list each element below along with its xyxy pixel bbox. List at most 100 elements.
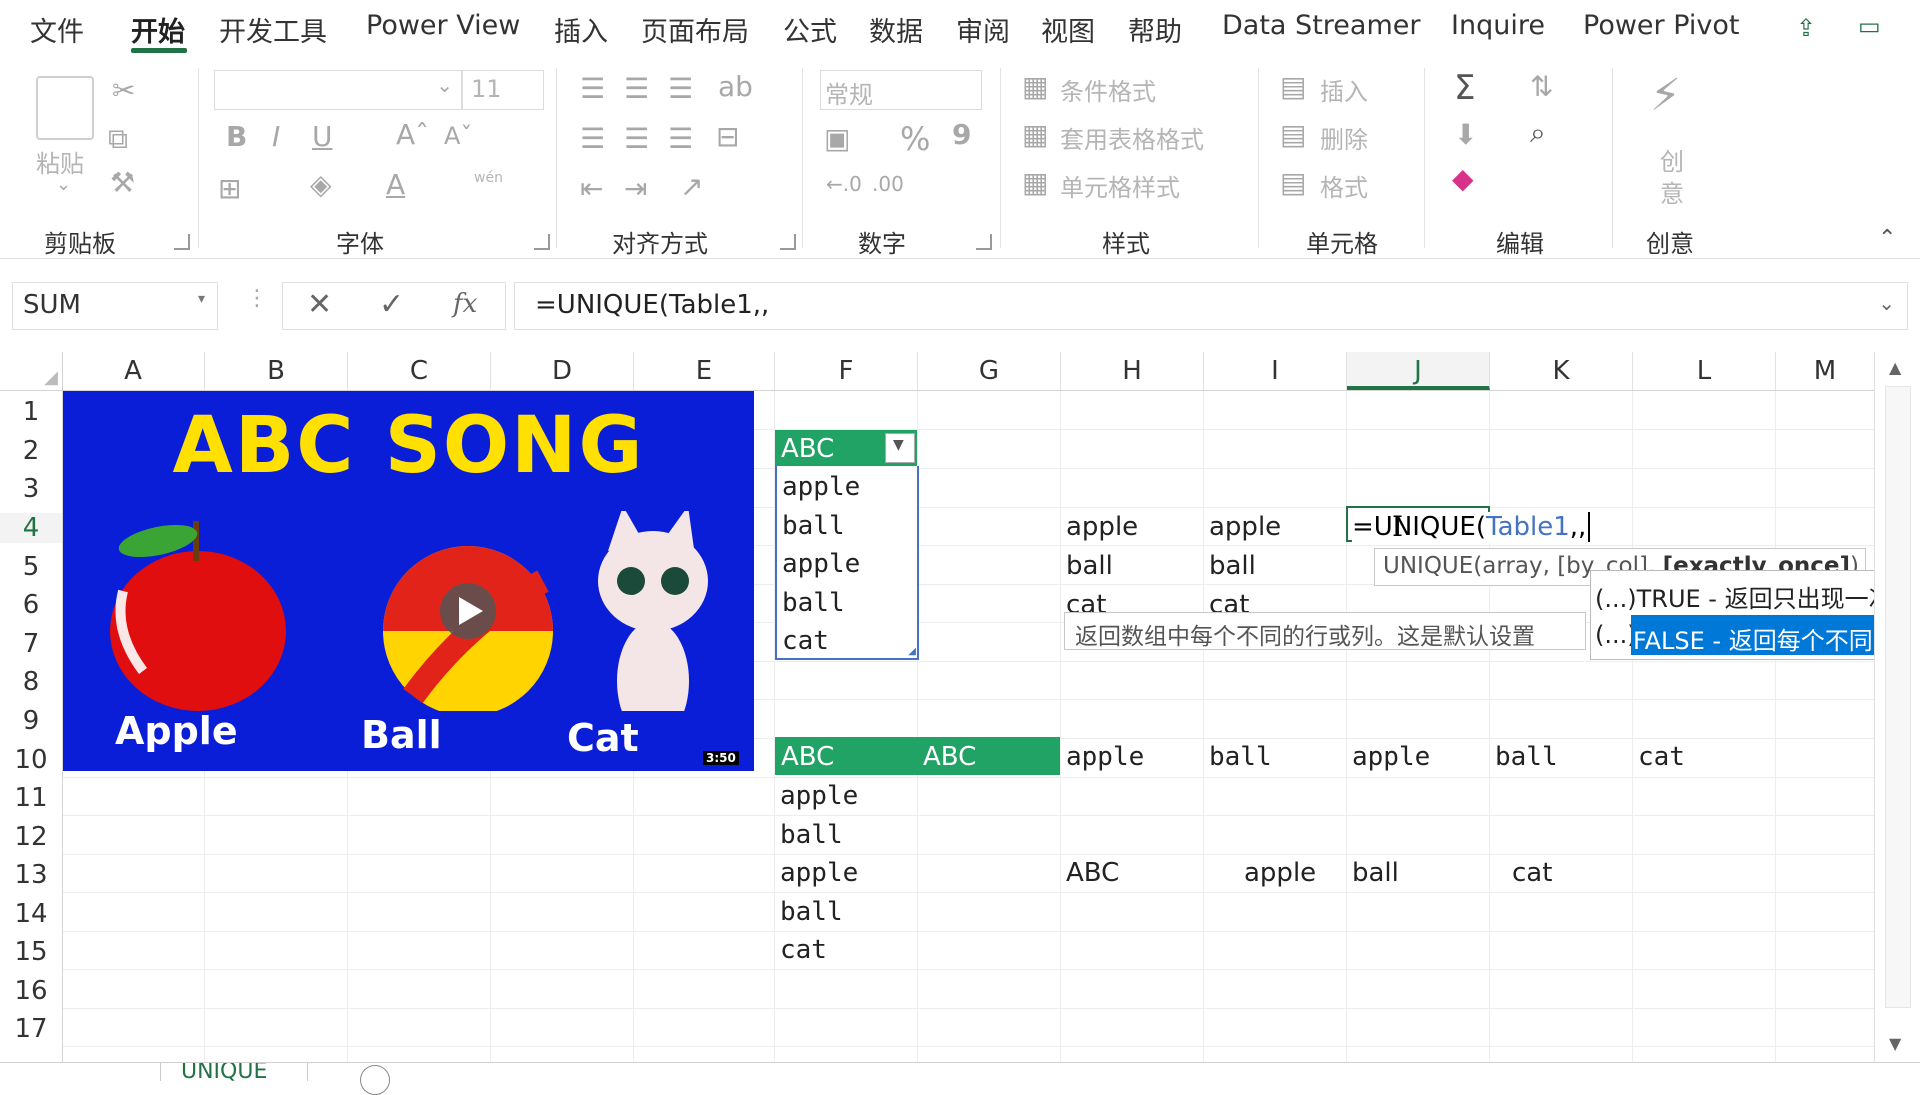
- font-color-icon[interactable]: A: [386, 168, 405, 201]
- format-cells-button[interactable]: 格式: [1320, 168, 1368, 203]
- cell-f11[interactable]: apple: [780, 781, 858, 811]
- autocomplete-option-false[interactable]: (...) FALSE - 返回每个不同的: [1591, 615, 1920, 655]
- align-left-icon[interactable]: ☰: [580, 122, 605, 155]
- font-name-combo[interactable]: ⌄: [214, 70, 462, 110]
- font-launcher-icon[interactable]: [534, 234, 550, 250]
- tab-data[interactable]: 数据: [869, 10, 923, 49]
- find-select-icon[interactable]: ⌕: [1530, 116, 1546, 150]
- cell-f13[interactable]: apple: [780, 858, 858, 888]
- table1-filter-button[interactable]: ▼: [885, 433, 915, 463]
- comma-style-button[interactable]: 9: [952, 118, 971, 151]
- scroll-down-icon[interactable]: ▼: [1889, 1034, 1901, 1053]
- decrease-decimal-icon[interactable]: .00: [872, 172, 904, 196]
- table1-item[interactable]: apple: [782, 472, 860, 502]
- column-header-e[interactable]: E: [634, 352, 775, 390]
- cell-h6[interactable]: cat: [1066, 590, 1106, 612]
- row-header-10[interactable]: 10: [0, 745, 62, 775]
- tab-review[interactable]: 审阅: [956, 10, 1010, 49]
- borders-icon[interactable]: ⊞: [218, 172, 241, 205]
- orientation-icon[interactable]: ↗: [680, 170, 703, 203]
- format-as-table-button[interactable]: 套用表格格式: [1060, 120, 1204, 155]
- accounting-format-icon[interactable]: ▣: [824, 122, 850, 155]
- cell-i6[interactable]: cat: [1209, 590, 1249, 612]
- shrink-font-icon[interactable]: Aˇ: [444, 122, 472, 150]
- share-icon[interactable]: ⇪: [1796, 14, 1816, 42]
- font-size-combo[interactable]: 11: [462, 70, 544, 110]
- number-format-combo[interactable]: 常规: [820, 70, 982, 110]
- format-cells-icon[interactable]: ▤: [1280, 166, 1306, 199]
- row-header-12[interactable]: 12: [0, 822, 62, 852]
- wrap-text-icon[interactable]: ab: [718, 70, 753, 103]
- paste-icon[interactable]: [36, 76, 94, 140]
- sort-filter-icon[interactable]: ⇅: [1530, 70, 1553, 103]
- delete-cells-icon[interactable]: ▤: [1280, 118, 1306, 151]
- conditional-format-button[interactable]: 条件格式: [1060, 72, 1156, 107]
- row-header-1[interactable]: 1: [0, 397, 62, 427]
- paste-dropdown-icon[interactable]: ⌄: [56, 174, 71, 195]
- column-header-m[interactable]: M: [1776, 352, 1874, 390]
- format-painter-icon[interactable]: ⚒: [110, 166, 135, 199]
- column-header-h[interactable]: H: [1061, 352, 1204, 390]
- row-header-11[interactable]: 11: [0, 783, 62, 813]
- cell-k13[interactable]: cat: [1512, 858, 1552, 888]
- clipboard-launcher-icon[interactable]: [174, 234, 190, 250]
- cell-j10[interactable]: apple: [1352, 742, 1430, 772]
- scroll-up-icon[interactable]: ▲: [1889, 358, 1901, 377]
- name-box[interactable]: SUM ▾: [12, 282, 218, 330]
- table-resize-handle[interactable]: ◢: [908, 646, 916, 657]
- cell-k10[interactable]: ball: [1495, 742, 1558, 772]
- increase-decimal-icon[interactable]: ←.0: [826, 172, 862, 196]
- comments-icon[interactable]: ▭: [1858, 12, 1881, 40]
- table1-item[interactable]: cat: [782, 626, 829, 656]
- tab-formulas[interactable]: 公式: [783, 10, 837, 49]
- name-box-dropdown-icon[interactable]: ▾: [198, 291, 205, 307]
- align-bottom-icon[interactable]: ☰: [668, 72, 693, 105]
- cancel-icon[interactable]: ✕: [307, 287, 332, 322]
- column-header-f[interactable]: F: [775, 352, 918, 390]
- cell-h5[interactable]: ball: [1066, 551, 1113, 581]
- row-header-13[interactable]: 13: [0, 860, 62, 890]
- format-as-table-icon[interactable]: ▦: [1022, 118, 1048, 151]
- column-header-c[interactable]: C: [348, 352, 491, 390]
- align-top-icon[interactable]: ☰: [580, 72, 605, 105]
- cell-h13[interactable]: ABC: [1066, 858, 1119, 888]
- autosum-icon[interactable]: Σ: [1454, 68, 1475, 108]
- row-header-9[interactable]: 9: [0, 706, 62, 736]
- tab-view[interactable]: 视图: [1041, 10, 1095, 49]
- underline-button[interactable]: U: [312, 120, 333, 153]
- grow-font-icon[interactable]: Aˆ: [396, 118, 429, 151]
- select-all-button[interactable]: ◢: [0, 352, 63, 390]
- tab-power-view[interactable]: Power View: [366, 10, 520, 41]
- column-header-k[interactable]: K: [1490, 352, 1633, 390]
- row-header-17[interactable]: 17: [0, 1014, 62, 1044]
- italic-button[interactable]: I: [272, 120, 280, 153]
- j4-formula-editor[interactable]: =UNIQUE(Table1,,: [1352, 512, 1591, 542]
- table1-item[interactable]: ball: [782, 588, 845, 618]
- cut-icon[interactable]: ✂: [112, 74, 135, 107]
- enter-icon[interactable]: ✓: [379, 287, 404, 322]
- tab-file[interactable]: 文件: [30, 10, 84, 49]
- table1-item[interactable]: ball: [782, 511, 845, 541]
- insert-cells-button[interactable]: 插入: [1320, 72, 1368, 107]
- row-header-7[interactable]: 7: [0, 629, 62, 659]
- alignment-launcher-icon[interactable]: [780, 234, 796, 250]
- phonetic-icon[interactable]: wén: [474, 170, 503, 186]
- cell-styles-button[interactable]: 单元格样式: [1060, 168, 1180, 203]
- autocomplete-option-true[interactable]: (...)TRUE - 返回只出现一次: [1591, 573, 1920, 613]
- tab-developer[interactable]: 开发工具: [219, 10, 327, 49]
- tab-power-pivot[interactable]: Power Pivot: [1583, 10, 1740, 41]
- row-header-4[interactable]: 4: [0, 513, 62, 543]
- merge-center-icon[interactable]: ⊟: [716, 120, 739, 153]
- column-header-i[interactable]: I: [1204, 352, 1347, 390]
- insert-function-button[interactable]: fx: [453, 289, 477, 319]
- fill-color-icon[interactable]: ◈: [310, 168, 332, 201]
- column-header-g[interactable]: G: [918, 352, 1061, 390]
- row-header-5[interactable]: 5: [0, 552, 62, 582]
- cell-f14[interactable]: ball: [780, 897, 843, 927]
- row-header-16[interactable]: 16: [0, 976, 62, 1006]
- cell-h4[interactable]: apple: [1066, 512, 1138, 542]
- decrease-indent-icon[interactable]: ⇤: [580, 172, 603, 205]
- row-header-2[interactable]: 2: [0, 436, 62, 466]
- tab-insert[interactable]: 插入: [554, 10, 608, 49]
- column-header-l[interactable]: L: [1633, 352, 1776, 390]
